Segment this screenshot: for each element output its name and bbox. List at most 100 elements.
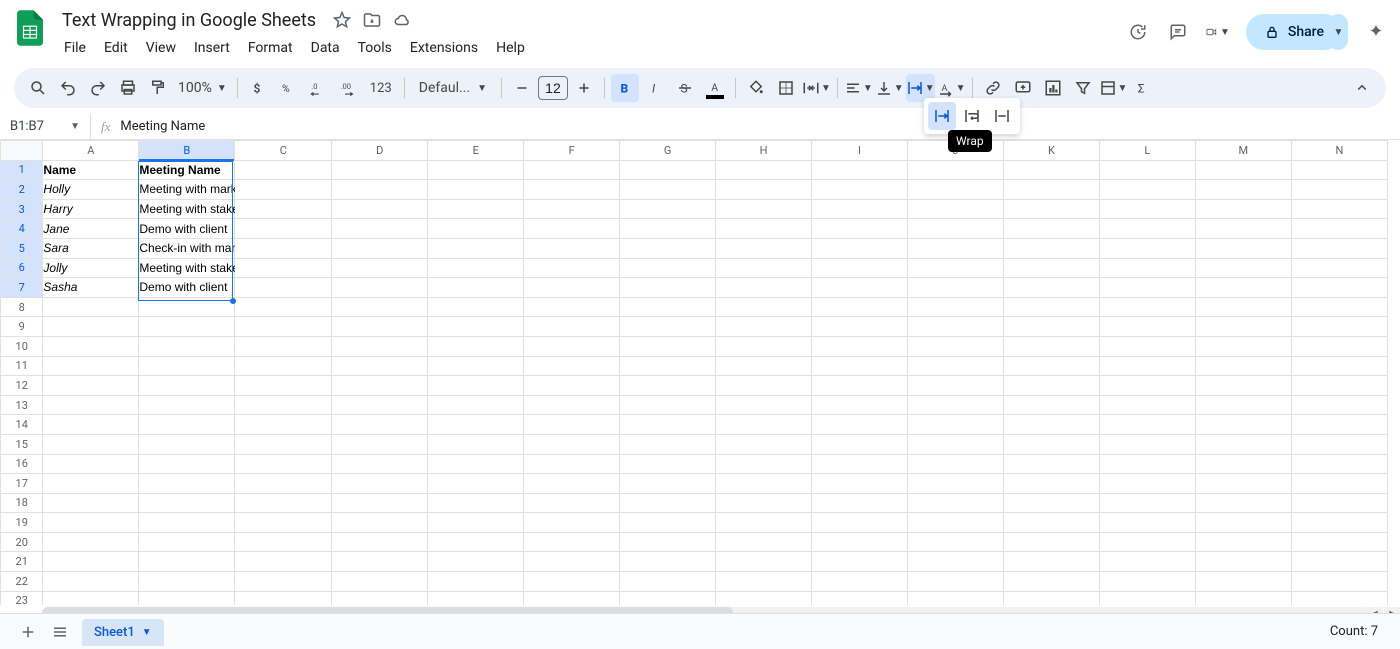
row-header[interactable]: 3: [1, 199, 43, 219]
cell[interactable]: Meeting with marketing department: [139, 180, 235, 200]
col-header[interactable]: A: [43, 141, 139, 161]
row-header[interactable]: 2: [1, 180, 43, 200]
wrap-clip-icon[interactable]: [988, 102, 1016, 130]
cell[interactable]: Check-in with manager: [139, 238, 235, 258]
formula-bar[interactable]: Meeting Name: [120, 119, 1400, 134]
menu-view[interactable]: View: [138, 36, 184, 60]
comment-icon[interactable]: [1166, 20, 1190, 44]
col-header[interactable]: L: [1099, 141, 1195, 161]
currency-icon[interactable]: $: [244, 74, 272, 102]
col-header[interactable]: F: [524, 141, 620, 161]
row-header[interactable]: 16: [1, 454, 43, 474]
functions-icon[interactable]: Σ: [1129, 74, 1157, 102]
name-box[interactable]: B1:B7▼: [0, 119, 90, 134]
col-header[interactable]: K: [1003, 141, 1099, 161]
print-icon[interactable]: [114, 74, 142, 102]
col-header[interactable]: H: [716, 141, 812, 161]
zoom-select[interactable]: 100%▼: [174, 80, 231, 96]
cell[interactable]: Sasha: [43, 278, 139, 298]
row-header[interactable]: 5: [1, 238, 43, 258]
sheets-logo[interactable]: [12, 10, 48, 46]
paint-format-icon[interactable]: [144, 74, 172, 102]
row-header[interactable]: 6: [1, 258, 43, 278]
cell[interactable]: Meeting Name: [139, 160, 235, 180]
all-sheets-icon[interactable]: [44, 616, 76, 648]
row-header[interactable]: 1: [1, 160, 43, 180]
borders-icon[interactable]: [772, 74, 800, 102]
cell[interactable]: Demo with client: [139, 278, 235, 298]
menu-file[interactable]: File: [56, 36, 94, 60]
sheet-tab[interactable]: Sheet1▼: [82, 619, 164, 646]
font-size-increase[interactable]: [570, 74, 598, 102]
cell[interactable]: Sara: [43, 238, 139, 258]
row-header[interactable]: 17: [1, 474, 43, 494]
decrease-decimal-icon[interactable]: .0: [304, 74, 332, 102]
row-header[interactable]: 8: [1, 297, 43, 317]
insert-chart-icon[interactable]: [1039, 74, 1067, 102]
count-label[interactable]: Count: 7: [1330, 624, 1388, 639]
star-icon[interactable]: [332, 10, 352, 30]
cell[interactable]: Demo with client: [139, 219, 235, 239]
row-header[interactable]: 7: [1, 278, 43, 298]
share-dropdown[interactable]: ▼: [1328, 14, 1348, 50]
cell[interactable]: Meeting with stakeholders: [139, 258, 235, 278]
cell[interactable]: Jane: [43, 219, 139, 239]
halign-icon[interactable]: ▼: [844, 74, 873, 102]
filter-icon[interactable]: [1069, 74, 1097, 102]
meet-icon[interactable]: ▼: [1206, 20, 1230, 44]
row-header[interactable]: 14: [1, 415, 43, 435]
col-header[interactable]: D: [332, 141, 428, 161]
col-header[interactable]: M: [1195, 141, 1291, 161]
bold-icon[interactable]: B: [611, 74, 639, 102]
row-header[interactable]: 20: [1, 532, 43, 552]
col-header[interactable]: N: [1291, 141, 1387, 161]
redo-icon[interactable]: [84, 74, 112, 102]
text-color-icon[interactable]: A: [701, 74, 729, 102]
search-menus-icon[interactable]: [24, 74, 52, 102]
wrap-overflow-icon[interactable]: [928, 102, 956, 130]
fill-color-icon[interactable]: [742, 74, 770, 102]
cell[interactable]: Meeting with stakeholders: [139, 199, 235, 219]
strikethrough-icon[interactable]: S: [671, 74, 699, 102]
row-header[interactable]: 21: [1, 552, 43, 572]
row-header[interactable]: 12: [1, 376, 43, 396]
col-header[interactable]: E: [428, 141, 524, 161]
font-size-input[interactable]: [538, 76, 568, 100]
menu-edit[interactable]: Edit: [96, 36, 136, 60]
menu-help[interactable]: Help: [488, 36, 533, 60]
valign-icon[interactable]: ▼: [875, 74, 904, 102]
percent-icon[interactable]: %: [274, 74, 302, 102]
col-header[interactable]: C: [235, 141, 332, 161]
add-sheet-icon[interactable]: [12, 616, 44, 648]
menu-data[interactable]: Data: [303, 36, 348, 60]
row-header[interactable]: 13: [1, 395, 43, 415]
select-all-corner[interactable]: [1, 141, 43, 161]
cell[interactable]: Holly: [43, 180, 139, 200]
font-size-decrease[interactable]: [508, 74, 536, 102]
cell[interactable]: Name: [43, 160, 139, 180]
col-header[interactable]: B: [139, 141, 235, 161]
row-header[interactable]: 15: [1, 434, 43, 454]
row-header[interactable]: 9: [1, 317, 43, 337]
row-header[interactable]: 19: [1, 513, 43, 533]
selection-handle[interactable]: [230, 298, 236, 304]
gemini-icon[interactable]: [1364, 20, 1388, 44]
row-header[interactable]: 23: [1, 591, 43, 605]
cell[interactable]: Jolly: [43, 258, 139, 278]
cloud-icon[interactable]: [392, 10, 412, 30]
font-select[interactable]: Defaul...▼: [411, 80, 495, 96]
undo-icon[interactable]: [54, 74, 82, 102]
col-header[interactable]: I: [812, 141, 908, 161]
menu-format[interactable]: Format: [240, 36, 301, 60]
cell[interactable]: Harry: [43, 199, 139, 219]
move-icon[interactable]: [362, 10, 382, 30]
row-header[interactable]: 11: [1, 356, 43, 376]
collapse-toolbar-icon[interactable]: [1348, 74, 1376, 102]
row-header[interactable]: 10: [1, 336, 43, 356]
menu-insert[interactable]: Insert: [186, 36, 238, 60]
increase-decimal-icon[interactable]: .00: [334, 74, 362, 102]
row-header[interactable]: 18: [1, 493, 43, 513]
table-views-icon[interactable]: ▼: [1099, 74, 1128, 102]
menu-extensions[interactable]: Extensions: [402, 36, 486, 60]
merge-icon[interactable]: ▼: [802, 74, 831, 102]
